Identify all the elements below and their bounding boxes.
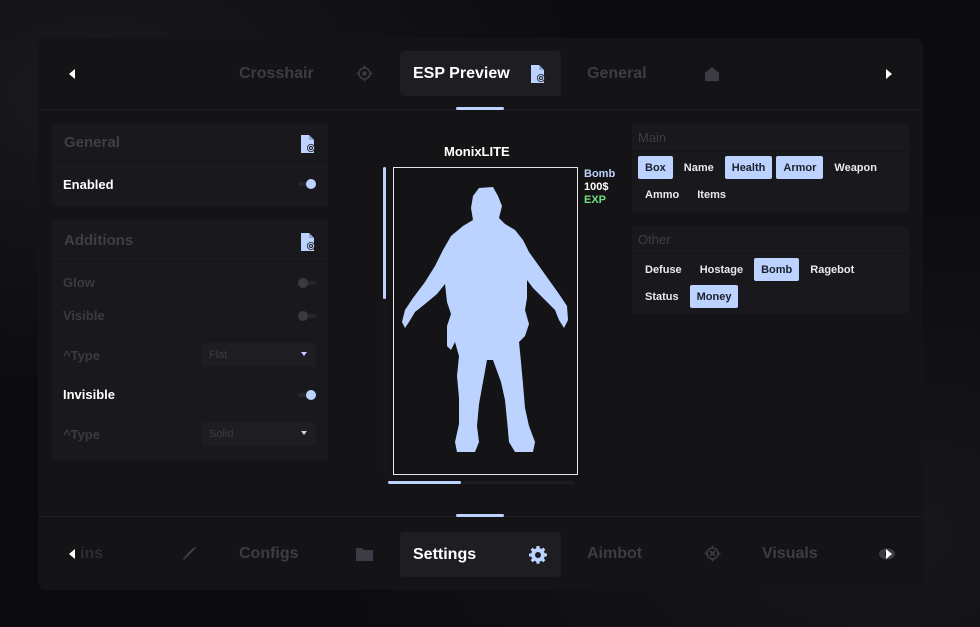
other-group-title: Other (632, 226, 909, 254)
main-chip-name[interactable]: Name (677, 156, 721, 179)
knife-icon[interactable] (181, 545, 199, 563)
tab-settings-label: Settings (413, 545, 477, 563)
ammo-bar (388, 481, 461, 484)
player-silhouette (402, 187, 568, 452)
crosshair-icon[interactable] (355, 65, 373, 83)
other-chip-list: Defuse Hostage Bomb Ragebot Status Money (632, 254, 909, 314)
type2-row: ^Type Solid (52, 411, 328, 457)
flag-bomb: Bomb (584, 168, 616, 180)
other-chip-defuse[interactable]: Defuse (638, 258, 689, 281)
other-chip-money[interactable]: Money (689, 285, 739, 308)
other-chip-hostage[interactable]: Hostage (693, 258, 750, 281)
bottom-nav: ins Configs Settings Aimbot Visuals (38, 514, 923, 590)
flag-exp: EXP (584, 194, 607, 206)
type1-value: Flat (209, 349, 228, 361)
file-eye-icon (300, 233, 316, 251)
main-chip-list: Box Name Health Armor Weapon Ammo Items (632, 152, 909, 212)
tab-skins[interactable]: ins (80, 545, 103, 563)
invisible-toggle[interactable] (298, 389, 316, 400)
enabled-row: Enabled (52, 162, 328, 206)
chevron-down-icon (301, 431, 307, 435)
invisible-row: Invisible (52, 378, 328, 411)
nav-next-arrow[interactable] (879, 64, 899, 84)
caret-left-icon (69, 548, 75, 559)
enabled-label: Enabled (63, 176, 114, 192)
chevron-down-icon (301, 352, 307, 356)
other-group: Other Defuse Hostage Bomb Ragebot Status Mone… (632, 226, 909, 314)
active-tab-indicator (456, 107, 504, 110)
menu-panel: Crosshair ESP Preview General General En… (38, 38, 923, 590)
type1-row: ^Type Flat (52, 332, 328, 378)
crosshair-icon[interactable] (703, 545, 721, 563)
visible-row: Visible (52, 299, 328, 332)
type2-value: Solid (209, 428, 234, 440)
main-chip-weapon[interactable]: Weapon (827, 156, 884, 179)
general-card-title: General (64, 134, 120, 151)
tab-esp-preview-label: ESP Preview (413, 64, 510, 82)
health-bar (383, 167, 386, 299)
enabled-toggle[interactable] (298, 179, 316, 189)
glow-toggle[interactable] (298, 277, 316, 288)
additions-card-title: Additions (64, 232, 134, 249)
other-chip-status[interactable]: Status (638, 285, 686, 308)
tab-general[interactable]: General (587, 65, 647, 83)
nav-prev-arrow[interactable] (62, 544, 82, 564)
glow-label: Glow (63, 275, 95, 290)
additions-card: Additions Glow Visible ^Type Flat Invisi… (52, 220, 328, 460)
tab-esp-preview[interactable]: ESP Preview (400, 51, 561, 96)
caret-left-icon (69, 68, 75, 79)
invisible-label: Invisible (63, 387, 116, 402)
glow-row: Glow (52, 266, 328, 299)
tab-aimbot[interactable]: Aimbot (587, 545, 642, 563)
type2-select[interactable]: Solid (202, 422, 316, 446)
general-card-header: General (52, 124, 328, 162)
type2-label: ^Type (63, 426, 100, 442)
preview-player-name: MonixLITE (444, 144, 510, 159)
file-eye-icon (300, 135, 316, 153)
main-chip-items[interactable]: Items (690, 183, 733, 206)
flag-money: 100$ (584, 181, 609, 193)
main-group-title: Main (632, 124, 909, 152)
additions-card-header: Additions (52, 220, 328, 262)
main-chip-armor[interactable]: Armor (776, 156, 824, 179)
general-card: General Enabled (52, 124, 328, 207)
file-eye-icon (529, 64, 547, 83)
tab-settings[interactable]: Settings (400, 532, 561, 577)
tab-configs[interactable]: Configs (239, 545, 299, 563)
main-chip-health[interactable]: Health (724, 156, 773, 179)
folder-icon[interactable] (355, 545, 373, 563)
nav-prev-arrow[interactable] (62, 64, 82, 84)
gear-icon (529, 545, 547, 564)
caret-right-icon (886, 68, 892, 79)
main-chip-ammo[interactable]: Ammo (638, 183, 686, 206)
top-nav: Crosshair ESP Preview General (38, 38, 923, 110)
main-group: Main Box Name Health Armor Weapon Ammo Items (632, 124, 909, 212)
nav-next-arrow[interactable] (879, 544, 899, 564)
caret-right-icon (886, 548, 892, 559)
home-icon[interactable] (703, 65, 721, 83)
other-chip-bomb[interactable]: Bomb (754, 258, 800, 281)
visible-label: Visible (63, 308, 105, 323)
active-tab-indicator (456, 514, 504, 517)
type1-label: ^Type (63, 347, 100, 363)
visible-toggle[interactable] (298, 310, 316, 321)
type1-select[interactable]: Flat (202, 343, 316, 367)
tab-visuals[interactable]: Visuals (762, 545, 818, 563)
other-chip-ragebot[interactable]: Ragebot (803, 258, 861, 281)
main-chip-box[interactable]: Box (638, 156, 673, 179)
tab-crosshair[interactable]: Crosshair (239, 65, 314, 83)
